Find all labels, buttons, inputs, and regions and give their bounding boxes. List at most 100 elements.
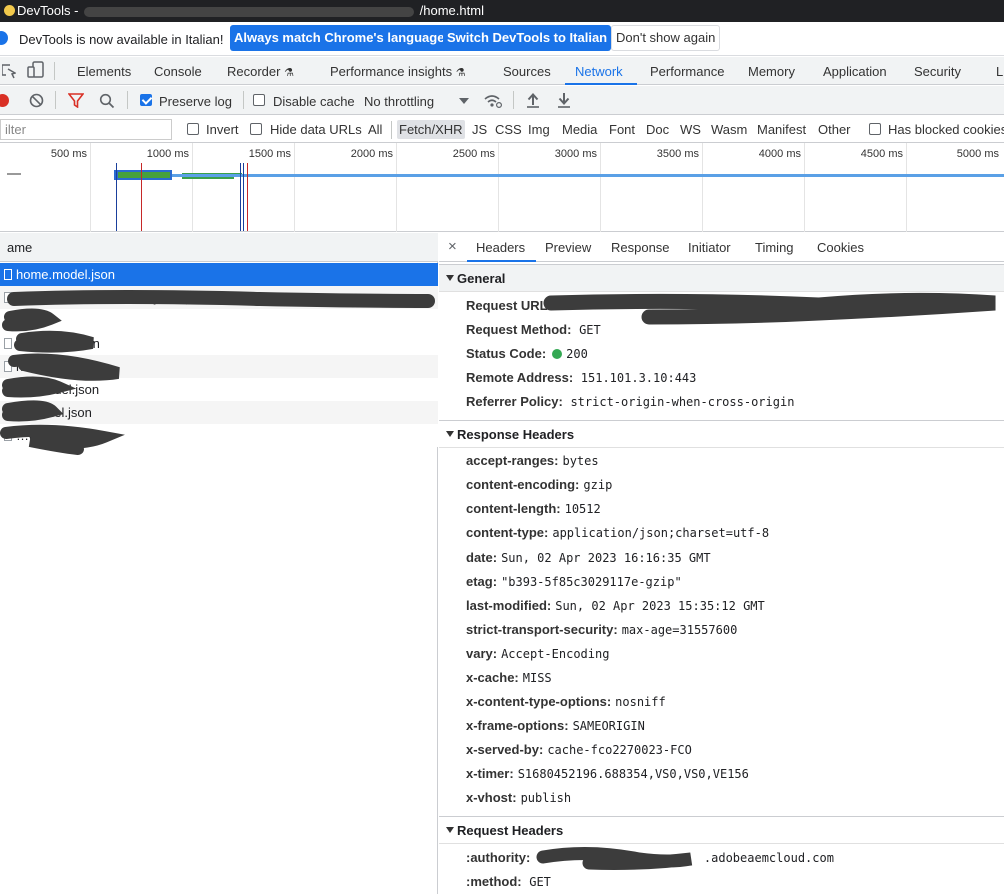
timeline-tick-label: 500 ms bbox=[50, 148, 87, 160]
toolbar-separator bbox=[243, 91, 244, 109]
hide-data-urls-label: Hide data URLs bbox=[270, 122, 362, 137]
window-title-bar: DevTools - /home.html bbox=[0, 0, 1004, 22]
has-blocked-cookies-label: Has blocked cookies bbox=[888, 122, 1004, 137]
timeline-activity-bar bbox=[7, 173, 21, 175]
filter-type-other[interactable]: Other bbox=[818, 122, 851, 137]
tab-network[interactable]: Network bbox=[575, 64, 623, 79]
timeline-tick-label: 3500 ms bbox=[656, 148, 699, 160]
experiment-flask-icon: ⚗ bbox=[284, 67, 294, 79]
timeline-activity-bar bbox=[182, 177, 234, 179]
domcontentloaded-marker bbox=[243, 163, 244, 231]
disable-cache-label: Disable cache bbox=[273, 94, 355, 109]
active-tab-indicator bbox=[565, 83, 637, 85]
request-list: ame home.model.json anner_investor…leade… bbox=[0, 233, 438, 894]
redaction-scribbles bbox=[0, 290, 435, 455]
filter-type-ws[interactable]: WS bbox=[680, 122, 701, 137]
timeline-tick-label: 4000 ms bbox=[758, 148, 801, 160]
toolbar-separator bbox=[513, 91, 514, 109]
tab-performance-insights-label: Performance insights bbox=[330, 64, 453, 79]
dont-show-again-button[interactable]: Don't show again bbox=[611, 25, 721, 51]
timeline-gridline bbox=[804, 143, 805, 232]
tab-performance-insights[interactable]: Performance insights ⚗ bbox=[330, 64, 466, 79]
tab-recorder[interactable]: Recorder ⚗ bbox=[227, 64, 294, 79]
timeline-download-bar bbox=[118, 172, 170, 178]
window-title-suffix: /home.html bbox=[419, 3, 484, 18]
filter-type-fetch-xhr[interactable]: Fetch/XHR bbox=[397, 120, 465, 139]
disable-cache-checkbox[interactable] bbox=[253, 94, 265, 106]
record-icon[interactable] bbox=[0, 94, 9, 107]
search-icon[interactable] bbox=[99, 93, 115, 109]
load-event-marker bbox=[247, 163, 248, 231]
network-conditions-icon[interactable] bbox=[483, 93, 503, 109]
switch-to-italian-button[interactable]: Switch DevTools to Italian bbox=[443, 25, 612, 51]
preserve-log-checkbox[interactable] bbox=[140, 94, 152, 106]
filter-type-all[interactable]: All bbox=[368, 122, 382, 137]
load-event-marker bbox=[141, 163, 142, 231]
devtools-logo-icon bbox=[4, 5, 15, 16]
request-details-panel: × Headers Preview Response Initiator Tim… bbox=[439, 233, 1004, 894]
timeline-tick-label: 1000 ms bbox=[146, 148, 189, 160]
inspect-element-icon[interactable] bbox=[2, 63, 16, 79]
info-icon bbox=[0, 31, 8, 45]
preserve-log-label: Preserve log bbox=[159, 94, 232, 109]
timeline-long-request-bar bbox=[172, 174, 1004, 177]
network-filter-bar: ilter Invert Hide data URLs All Fetch/XH… bbox=[0, 116, 1004, 143]
tab-security[interactable]: Security bbox=[914, 64, 961, 79]
timeline-gridline bbox=[906, 143, 907, 232]
timeline-tick-label: 4500 ms bbox=[860, 148, 903, 160]
has-blocked-cookies-checkbox[interactable] bbox=[869, 123, 881, 135]
language-infobar: DevTools is now available in Italian! Al… bbox=[0, 22, 1004, 56]
filter-type-font[interactable]: Font bbox=[609, 122, 635, 137]
filter-input[interactable]: ilter bbox=[0, 119, 172, 140]
timeline-gridline bbox=[192, 143, 193, 232]
timeline-gridline bbox=[702, 143, 703, 232]
tab-sources[interactable]: Sources bbox=[503, 64, 551, 79]
filter-type-media[interactable]: Media bbox=[562, 122, 597, 137]
tab-elements[interactable]: Elements bbox=[77, 64, 131, 79]
filter-type-doc[interactable]: Doc bbox=[646, 122, 669, 137]
experiment-flask-icon: ⚗ bbox=[455, 67, 466, 79]
filter-type-wasm[interactable]: Wasm bbox=[711, 122, 747, 137]
filter-type-img[interactable]: Img bbox=[528, 122, 550, 137]
throttling-select[interactable]: No throttling bbox=[364, 94, 434, 109]
timeline-tick-label: 3000 ms bbox=[554, 148, 597, 160]
timeline-gridline bbox=[498, 143, 499, 232]
filter-type-manifest[interactable]: Manifest bbox=[757, 122, 806, 137]
toolbar-separator bbox=[127, 91, 128, 109]
tab-lighthouse[interactable]: L bbox=[996, 64, 1003, 79]
export-har-icon[interactable] bbox=[557, 92, 571, 108]
tab-memory[interactable]: Memory bbox=[748, 64, 795, 79]
hide-data-urls-checkbox[interactable] bbox=[250, 123, 262, 135]
timeline-tick-label: 1500 ms bbox=[248, 148, 291, 160]
timeline-tick-label: 2000 ms bbox=[350, 148, 393, 160]
timeline-gridline bbox=[600, 143, 601, 232]
filter-type-js[interactable]: JS bbox=[472, 122, 487, 137]
invert-label: Invert bbox=[206, 122, 239, 137]
clear-icon[interactable] bbox=[29, 93, 44, 108]
tab-application[interactable]: Application bbox=[823, 64, 887, 79]
window-title-prefix: DevTools - bbox=[17, 3, 83, 18]
import-har-icon[interactable] bbox=[526, 92, 540, 108]
timeline-tick-label: 5000 ms bbox=[956, 148, 999, 160]
tabs-separator bbox=[54, 62, 55, 80]
timeline-tick-label: 2500 ms bbox=[452, 148, 495, 160]
network-toolbar: Preserve log Disable cache No throttling bbox=[0, 86, 1004, 115]
always-match-language-button[interactable]: Always match Chrome's language bbox=[230, 25, 449, 51]
redaction-scribbles bbox=[536, 292, 996, 870]
domcontentloaded-marker bbox=[116, 163, 117, 231]
filter-type-css[interactable]: CSS bbox=[495, 122, 522, 137]
timeline-gridline bbox=[294, 143, 295, 232]
chevron-down-icon[interactable] bbox=[459, 98, 469, 104]
timeline-gridline bbox=[90, 143, 91, 232]
devtools-main-tabs: Elements Console Recorder ⚗ Performance … bbox=[0, 57, 1004, 85]
filter-separator bbox=[391, 121, 392, 139]
tab-console[interactable]: Console bbox=[154, 64, 202, 79]
domcontentloaded-marker bbox=[240, 163, 241, 231]
network-overview-timeline[interactable]: 500 ms 1000 ms 1500 ms 2000 ms 2500 ms 3… bbox=[0, 143, 1004, 232]
invert-checkbox[interactable] bbox=[187, 123, 199, 135]
infobar-message: DevTools is now available in Italian! bbox=[19, 32, 224, 47]
tab-performance[interactable]: Performance bbox=[650, 64, 724, 79]
device-toolbar-icon[interactable] bbox=[27, 61, 45, 79]
timeline-gridline bbox=[396, 143, 397, 232]
filter-icon[interactable] bbox=[68, 93, 84, 108]
